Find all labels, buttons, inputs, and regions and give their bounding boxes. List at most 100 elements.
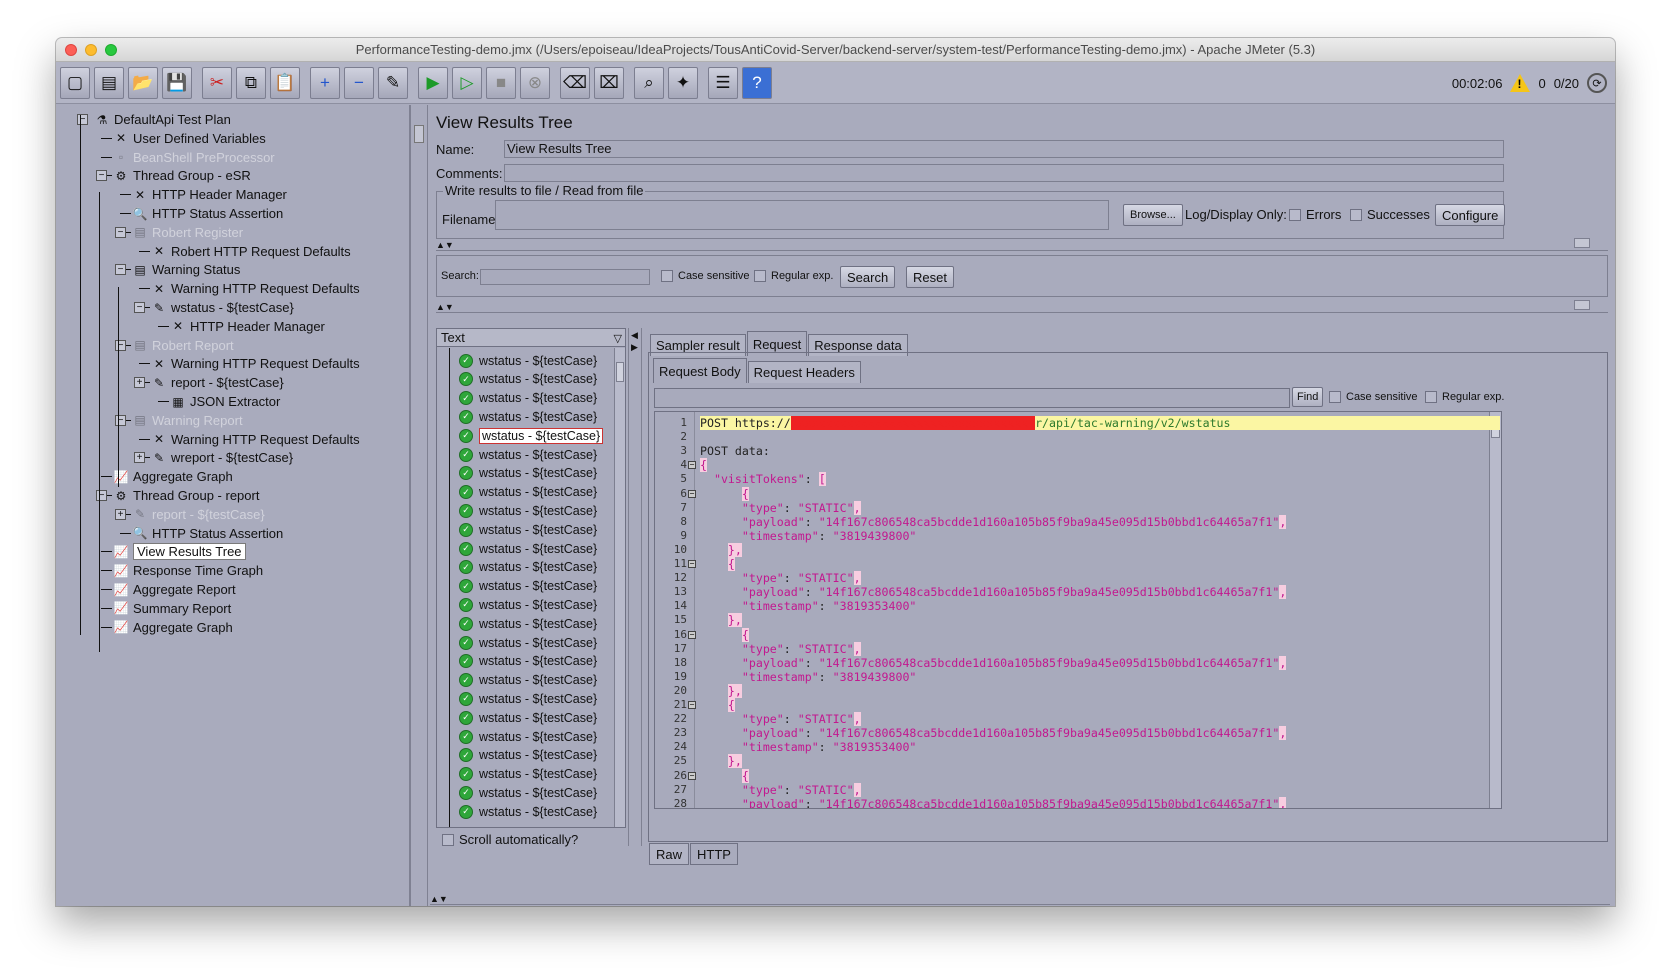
editor-scrollbar[interactable] [1489,412,1501,808]
tree-item[interactable]: 📈 Aggregate Report [113,580,236,599]
result-item[interactable]: ✓ wstatus - ${testCase} [459,520,597,539]
subtab-request-body[interactable]: Request Body [653,358,747,383]
browse-button[interactable]: Browse... [1123,204,1183,226]
tree-item[interactable]: ▫ BeanShell PreProcessor [113,148,275,167]
collapse-node-icon[interactable]: − [115,226,126,238]
result-item[interactable]: ✓ wstatus - ${testCase} [459,671,597,690]
tree-item[interactable]: ✕ Warning HTTP Request Defaults [151,430,360,449]
collapse-knob[interactable] [1574,238,1590,248]
collapse-bar-3[interactable]: ▲▼ [430,894,1610,905]
result-item[interactable]: ✓ wstatus - ${testCase} [459,445,597,464]
result-item[interactable]: ✓ wstatus - ${testCase} [459,351,597,370]
tree-item[interactable]: ✕ Robert HTTP Request Defaults [151,242,351,261]
collapse-bar-2[interactable]: ▲▼ [436,300,1608,313]
search-case-box[interactable] [661,270,673,282]
tree-item[interactable]: ▤ Robert Register [132,223,243,242]
collapse-knob-2[interactable] [1574,300,1590,310]
find-regex-checkbox[interactable]: Regular exp. [1425,391,1504,403]
tree-item[interactable]: ▦ JSON Extractor [170,392,280,411]
reset-search-icon[interactable]: ✦ [668,66,698,99]
tree-item[interactable]: ✕ HTTP Header Manager [170,317,325,336]
collapse-node-icon[interactable]: − [115,414,126,426]
tree-item[interactable]: 🔍 HTTP Status Assertion [132,204,284,223]
collapse-node-icon[interactable]: − [115,264,126,276]
split-right-arrow-icon[interactable]: ▶ [631,342,638,353]
clear-all-icon[interactable]: ⌧ [594,66,624,99]
results-splitter[interactable]: ◀ ▶ [628,328,642,846]
shutdown-icon[interactable]: ⊗ [520,66,550,99]
search-regex-checkbox[interactable]: Regular exp. [754,270,833,282]
fold-toggle-icon[interactable]: − [688,630,696,639]
tree-item[interactable]: ⚙ Thread Group - eSR [113,166,251,185]
tree-item[interactable]: 📈 Summary Report [113,599,232,618]
errors-checkbox[interactable]: Errors [1289,207,1341,222]
search-regex-box[interactable] [754,270,766,282]
start-icon[interactable]: ▶ [418,66,448,99]
search-icon[interactable]: ⌕ [634,66,664,99]
result-item[interactable]: ✓ wstatus - ${testCase} [459,370,597,389]
tree-item[interactable]: ▤ Robert Report [132,336,233,355]
open-icon[interactable]: 📂 [128,66,158,99]
collapse-bar-1[interactable]: ▲▼ [436,238,1608,251]
result-item[interactable]: ✓ wstatus - ${testCase} [459,765,597,784]
fold-toggle-icon[interactable]: − [688,489,696,498]
name-field[interactable]: View Results Tree [504,140,1504,158]
format-tab-http[interactable]: HTTP [690,843,738,865]
stop-icon[interactable]: ■ [486,66,516,99]
collapse-arrows-icon-2[interactable]: ▲▼ [436,302,454,312]
find-case-box[interactable] [1329,391,1341,403]
result-item[interactable]: ✓ wstatus - ${testCase} [459,483,597,502]
copy-icon[interactable]: ⧉ [236,66,266,99]
find-regex-box[interactable] [1425,391,1437,403]
comments-field[interactable] [504,164,1504,182]
tree-item[interactable]: ▤ Warning Report [132,411,242,430]
results-scroll-thumb[interactable] [616,362,624,382]
collapse-arrows-icon-3[interactable]: ▲▼ [430,894,448,904]
tree-item[interactable]: ✕ User Defined Variables [113,129,266,148]
expand-node-icon[interactable]: + [115,508,126,520]
tree-item[interactable]: 📈 View Results Tree [113,542,246,561]
result-item[interactable]: ✓ wstatus - ${testCase} [459,783,597,802]
result-item[interactable]: ✓ wstatus - ${testCase} [459,577,597,596]
start-no-pause-icon[interactable]: ▷ [452,66,482,99]
warning-icon[interactable]: ! [1510,74,1531,92]
splitter-handle[interactable] [414,125,424,143]
split-left-arrow-icon[interactable]: ◀ [631,330,638,341]
result-item[interactable]: ✓ wstatus - ${testCase} [459,633,597,652]
reset-button[interactable]: Reset [906,266,954,288]
format-tab-raw[interactable]: Raw [649,843,690,865]
successes-checkbox[interactable]: Successes [1350,207,1430,222]
filter-icon[interactable]: ▽ [614,331,622,348]
expand-node-icon[interactable]: + [134,452,145,464]
save-icon[interactable]: 💾 [162,66,192,99]
cut-icon[interactable]: ✂ [202,66,232,99]
tree-item[interactable]: ✎ wreport - ${testCase} [151,448,293,467]
scroll-auto-checkbox[interactable]: Scroll automatically? [442,832,578,847]
collapse-arrows-icon[interactable]: ▲▼ [436,240,454,250]
results-scrollbar[interactable] [614,348,625,827]
collapse-node-icon[interactable]: − [115,339,126,351]
search-case-sensitive-checkbox[interactable]: Case sensitive [661,270,750,282]
tree-item[interactable]: ✕ HTTP Header Manager [132,185,287,204]
result-item[interactable]: ✓ wstatus - ${testCase} [459,708,597,727]
find-input[interactable] [654,388,1290,408]
clear-icon[interactable]: ⌫ [560,66,590,99]
tree-item[interactable]: ✎ report - ${testCase} [132,505,265,524]
toggle-icon[interactable]: ✎ [378,66,408,99]
fold-toggle-icon[interactable]: − [688,560,696,568]
collapse-node-icon[interactable]: − [134,302,145,313]
tree-item[interactable]: 🔍 HTTP Status Assertion [132,524,284,543]
fold-toggle-icon[interactable]: − [688,701,696,709]
tree-item[interactable]: ✎ report - ${testCase} [151,373,284,392]
fold-toggle-icon[interactable]: − [688,461,696,470]
tree-item[interactable]: ✕ Warning HTTP Request Defaults [151,279,360,298]
function-helper-icon[interactable]: ☰ [708,66,738,99]
tree-item[interactable]: ⚙ Thread Group - report [113,486,260,505]
successes-checkbox-box[interactable] [1350,208,1362,221]
configure-button[interactable]: Configure [1435,204,1506,226]
filename-field[interactable] [495,200,1109,230]
tree-item[interactable]: ▤ Warning Status [132,260,240,279]
results-header[interactable]: Text ▽ [437,329,625,347]
collapse-node-icon[interactable]: − [96,490,107,501]
tree-item[interactable]: 📈 Response Time Graph [113,561,264,580]
